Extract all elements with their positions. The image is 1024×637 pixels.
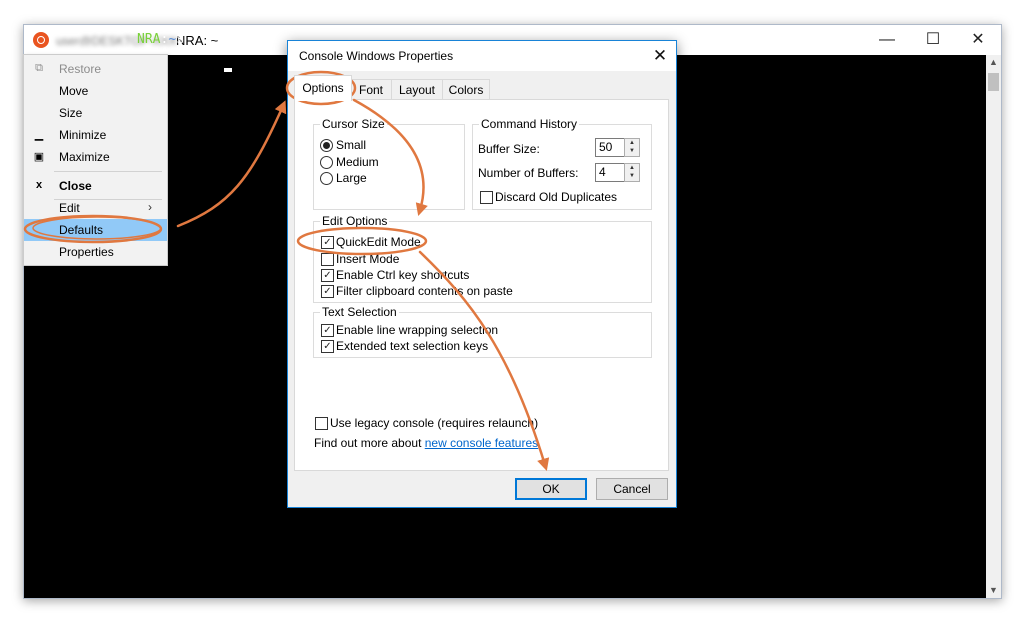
prompt-sign: $	[176, 32, 184, 47]
terminal-scrollbar[interactable]: ▲ ▼	[986, 55, 1001, 598]
num-buffers-spinner[interactable]: ▲ ▼	[624, 163, 640, 182]
menu-item-maximize[interactable]: ▣ Maximize	[24, 146, 167, 168]
ok-button[interactable]: OK	[515, 478, 587, 500]
menu-item-minimize[interactable]: ▁ Minimize	[24, 124, 167, 146]
legacy-console-checkbox[interactable]	[315, 417, 328, 430]
spin-up-icon[interactable]: ▲	[625, 164, 639, 172]
ubuntu-icon[interactable]	[33, 32, 49, 48]
menu-item-close[interactable]: x Close	[24, 175, 167, 197]
line-wrapping-label: Enable line wrapping selection	[336, 323, 499, 337]
buffer-size-label: Buffer Size:	[478, 142, 540, 156]
dialog-titlebar[interactable]: Console Windows Properties ✕	[288, 41, 676, 71]
menu-item-edit[interactable]: Edit ›	[24, 197, 167, 219]
ctrl-shortcuts-checkbox[interactable]: ✓	[321, 269, 334, 282]
minimize-button[interactable]: —	[864, 25, 910, 55]
insert-mode-checkbox[interactable]	[321, 253, 334, 266]
maximize-button[interactable]: ☐	[910, 25, 956, 55]
radio-small[interactable]	[320, 139, 333, 152]
radio-large-label: Large	[336, 171, 367, 185]
terminal-cursor	[224, 68, 232, 72]
cursor-size-group: Cursor Size Small Medium Large	[313, 117, 465, 210]
edit-options-group: Edit Options ✓ QuickEdit Mode Insert Mod…	[313, 214, 652, 303]
close-icon: x	[35, 179, 43, 191]
command-history-title: Command History	[479, 117, 580, 131]
discard-duplicates-label: Discard Old Duplicates	[495, 190, 618, 204]
edit-options-title: Edit Options	[320, 214, 390, 228]
maximize-icon: ▣	[33, 151, 45, 163]
num-buffers-label: Number of Buffers:	[478, 166, 579, 180]
menu-item-restore[interactable]: ⧉ Restore	[24, 58, 167, 80]
new-console-features-link[interactable]: new console features	[425, 436, 538, 450]
filter-clipboard-label: Filter clipboard contents on paste	[336, 284, 513, 298]
tab-colors[interactable]: Colors	[442, 79, 490, 100]
tab-options[interactable]: Options	[294, 75, 352, 101]
quickedit-checkbox[interactable]: ✓	[321, 236, 334, 249]
spin-up-icon[interactable]: ▲	[625, 139, 639, 147]
extended-keys-checkbox[interactable]: ✓	[321, 340, 334, 353]
ctrl-shortcuts-label: Enable Ctrl key shortcuts	[336, 268, 470, 282]
line-wrapping-checkbox[interactable]: ✓	[321, 324, 334, 337]
options-panel: Cursor Size Small Medium Large Command H…	[294, 99, 669, 471]
radio-small-label: Small	[336, 138, 367, 152]
menu-separator	[54, 171, 162, 172]
scroll-thumb[interactable]	[988, 73, 999, 91]
prompt-host: NRA	[137, 32, 161, 47]
dialog-close-icon[interactable]: ✕	[644, 41, 676, 71]
minimize-icon: ▁	[34, 129, 44, 141]
radio-medium-label: Medium	[336, 155, 379, 169]
legacy-console-label: Use legacy console (requires relaunch)	[330, 416, 539, 430]
scroll-up-icon[interactable]: ▲	[986, 55, 1001, 70]
spin-down-icon[interactable]: ▼	[625, 147, 639, 155]
cancel-button[interactable]: Cancel	[596, 478, 668, 500]
tab-layout[interactable]: Layout	[391, 79, 443, 100]
discard-duplicates-checkbox[interactable]	[480, 191, 493, 204]
system-menu: ⧉ Restore Move Size ▁ Minimize ▣ Maximiz…	[23, 54, 168, 266]
menu-item-properties[interactable]: Properties	[24, 241, 167, 263]
cursor-size-title: Cursor Size	[320, 117, 387, 131]
menu-item-move[interactable]: Move	[24, 80, 167, 102]
quickedit-label: QuickEdit Mode	[336, 235, 421, 249]
properties-dialog: Console Windows Properties ✕ Options Fon…	[287, 40, 677, 508]
terminal-prompt: NRA:~$	[137, 32, 184, 47]
text-selection-group: Text Selection ✓ Enable line wrapping se…	[313, 305, 652, 358]
radio-medium[interactable]	[320, 156, 333, 169]
tab-font[interactable]: Font	[350, 79, 392, 100]
scroll-down-icon[interactable]: ▼	[986, 583, 1001, 598]
menu-item-size[interactable]: Size	[24, 102, 167, 124]
menu-item-defaults[interactable]: Defaults	[24, 219, 167, 241]
buffer-size-spinner[interactable]: ▲ ▼	[624, 138, 640, 157]
spin-down-icon[interactable]: ▼	[625, 172, 639, 180]
find-out-more-text: Find out more about new console features	[314, 436, 539, 450]
close-button[interactable]: ✕	[955, 25, 1001, 55]
prompt-directory: ~	[168, 32, 177, 47]
command-history-group: Command History Buffer Size: 50 ▲ ▼ Numb…	[472, 117, 652, 210]
restore-icon: ⧉	[35, 62, 43, 74]
text-selection-title: Text Selection	[320, 305, 399, 319]
filter-clipboard-checkbox[interactable]: ✓	[321, 285, 334, 298]
extended-keys-label: Extended text selection keys	[336, 339, 489, 353]
insert-mode-label: Insert Mode	[336, 252, 400, 266]
radio-large[interactable]	[320, 172, 333, 185]
dialog-title: Console Windows Properties	[299, 49, 454, 63]
chevron-right-icon: ›	[148, 200, 152, 214]
